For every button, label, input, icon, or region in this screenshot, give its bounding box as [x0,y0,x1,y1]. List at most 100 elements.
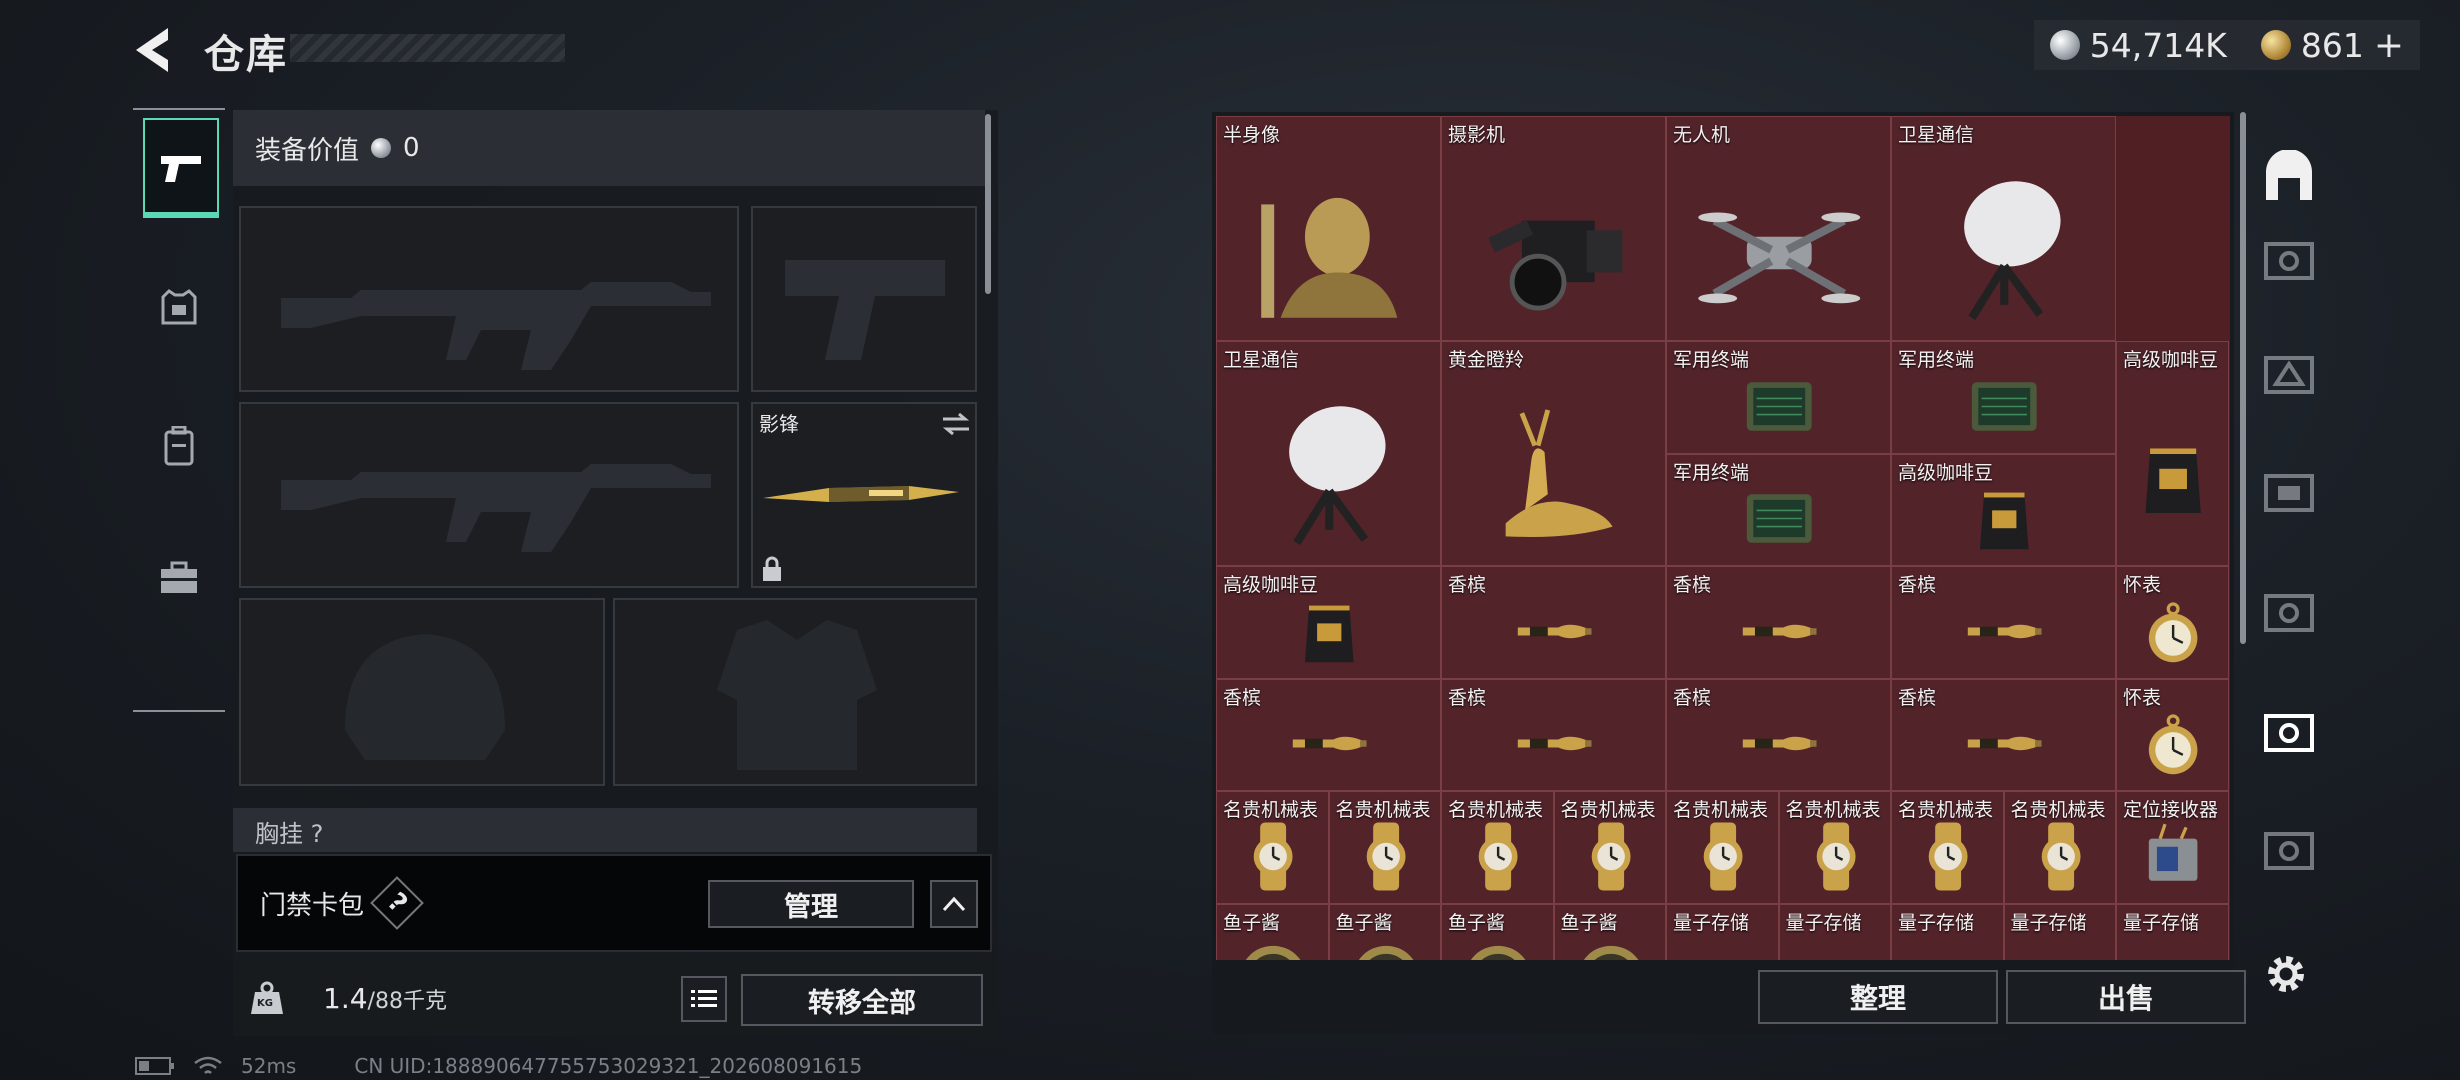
tab-case[interactable] [143,530,215,626]
storage-item-quantum-storage[interactable]: 量子存储 [2003,903,2116,960]
transfer-all-button[interactable]: 转移全部 [741,974,983,1026]
storage-item-champagne[interactable]: 香槟 [1666,678,1891,791]
melee-slot[interactable]: 影锋 [751,402,977,588]
tab-armor[interactable] [143,260,215,356]
back-button[interactable] [130,24,180,76]
storage-item-wristwatch[interactable]: 名贵机械表 [1216,791,1329,904]
storage-page-icon[interactable] [2262,234,2316,288]
storage-page-tabs [2256,112,2320,962]
storage-item-label: 名贵机械表 [2010,799,2106,821]
storage-item-satellite-dish[interactable]: 卫星通信 [1216,341,1441,566]
chest-rig-help: ? [310,820,324,848]
weight-readout: 1.4 /88千克 [323,982,447,1015]
tab-backpack[interactable] [143,398,215,494]
equipment-value: 0 [403,133,420,163]
storage-item-label: 怀表 [2123,686,2162,709]
storage-item-quantum-storage[interactable]: 量子存储 [1891,903,2004,960]
storage-item-label: 香槟 [1448,686,1487,709]
storage-item-pocket-watch[interactable]: 怀表 [2116,678,2229,791]
user-uid: CN UID:18889064775575302932​1_2026080916… [354,1054,863,1078]
storage-item-label: 量子存储 [2010,911,2087,934]
storage-item-champagne[interactable]: 香槟 [1216,678,1441,791]
list-view-button[interactable] [681,976,727,1022]
storage-item-terminal[interactable]: 军用终端 [1666,341,1891,454]
settings-gear-icon[interactable] [2264,952,2308,996]
storage-item-label: 名贵机械表 [1898,799,1994,821]
weight-kg-label: KG [257,998,273,1009]
storage-item-champagne[interactable]: 香槟 [1666,566,1891,679]
storage-item-quantum-storage[interactable]: 量子存储 [1778,903,1891,960]
storage-item-wristwatch[interactable]: 名贵机械表 [1891,791,2004,904]
weight-icon: KG [249,980,285,1016]
help-icon[interactable]: ? [370,876,424,930]
storage-item-label: 香槟 [1898,574,1937,596]
storage-item-pocket-watch[interactable]: 怀表 [2116,566,2229,679]
storage-page-icon[interactable] [2262,348,2316,402]
storage-item-gps-receiver[interactable]: 定位接收器 [2116,791,2229,904]
storage-item-quantum-storage[interactable]: 量子存储 [2116,903,2229,960]
storage-item-wristwatch[interactable]: 名贵机械表 [1553,791,1666,904]
storage-item-caviar-tin[interactable]: 鱼子酱 [1553,903,1666,960]
sell-button[interactable]: 出售 [2006,970,2246,1024]
storage-item-coffee-bag[interactable]: 高级咖啡豆 [1216,566,1441,679]
primary-weapon-slot-2[interactable] [239,402,739,588]
storage-item-caviar-tin[interactable]: 鱼子酱 [1216,903,1329,960]
tab-weapons[interactable] [143,118,219,218]
storage-item-coffee-bag[interactable]: 高级咖啡豆 [1891,453,2116,566]
storage-item-wristwatch[interactable]: 名贵机械表 [1778,791,1891,904]
storage-item-wristwatch[interactable]: 名贵机械表 [2003,791,2116,904]
storage-page-icon[interactable] [2262,466,2316,520]
storage-page-icon[interactable] [2262,706,2316,760]
rifle-silhouette-icon [281,464,711,552]
storage-page-icon[interactable] [2262,824,2316,878]
storage-scrollbar[interactable] [2240,112,2246,644]
helmet-slot[interactable] [239,598,605,786]
storage-item-terminal[interactable]: 军用终端 [1666,453,1891,566]
rifle-silhouette-icon [281,282,711,370]
swap-icon[interactable] [941,412,971,436]
storage-item-wristwatch[interactable]: 名贵机械表 [1666,791,1779,904]
storage-grid: 半身像 摄影机 无人机 卫星通信 卫星通信 黄金瞪羚 军用终端 军用终端 高级咖啡豆 军用终端 高级… [1216,116,2230,960]
storage-item-champagne[interactable]: 香槟 [1441,566,1666,679]
storage-item-drone[interactable]: 无人机 [1666,116,1891,341]
storage-item-label: 香槟 [1448,574,1487,596]
chest-rig-slot[interactable]: 胸挂 ? [233,808,977,852]
storage-item-label: 无人机 [1673,124,1731,146]
storage-item-quantum-storage[interactable]: 量子存储 [1666,903,1779,960]
storage-item-champagne[interactable]: 香槟 [1441,678,1666,791]
status-bar: 52ms CN UID:18889064775575302932​1_20260… [135,1054,862,1078]
body-armor-slot[interactable] [613,598,977,786]
storage-item-satellite-dish[interactable]: 卫星通信 [1891,116,2116,341]
warehouse-icon[interactable] [2262,150,2316,204]
pistol-silhouette-icon [785,260,945,360]
gold-topup-button[interactable]: + [2374,25,2404,66]
primary-weapon-slot-1[interactable] [239,206,739,392]
storage-item-champagne[interactable]: 香槟 [1891,678,2116,791]
storage-item-champagne[interactable]: 香槟 [1891,566,2116,679]
storage-item-camera[interactable]: 摄影机 [1441,116,1666,341]
storage-item-label: 摄影机 [1448,124,1506,146]
manage-button[interactable]: 管理 [708,880,914,928]
storage-item-caviar-tin[interactable]: 鱼子酱 [1441,903,1554,960]
equipment-scrollbar[interactable] [985,114,991,294]
gold-balance: 861 [2300,25,2364,65]
storage-item-golden-gazelle[interactable]: 黄金瞪羚 [1441,341,1666,566]
silver-balance: 54,714K [2089,25,2227,65]
storage-item-wristwatch[interactable]: 名贵机械表 [1328,791,1441,904]
silver-coin-icon [371,138,392,158]
storage-page-icon[interactable] [2262,586,2316,640]
pistol-slot[interactable] [751,206,977,392]
storage-item-label: 名贵机械表 [1223,799,1319,821]
storage-item-wristwatch[interactable]: 名贵机械表 [1441,791,1554,904]
storage-item-label: 卫星通信 [1223,349,1300,371]
storage-item-terminal[interactable]: 军用终端 [1891,341,2116,454]
storage-item-caviar-tin[interactable]: 鱼子酱 [1328,903,1441,960]
sort-button[interactable]: 整理 [1758,970,1998,1024]
pistol-icon [161,156,201,182]
equipment-value-label: 装备价值 [255,135,360,166]
storage-item-bust[interactable]: 半身像 [1216,116,1441,341]
collapse-button[interactable] [930,880,978,928]
chevron-up-icon [942,896,966,912]
storage-item-label: 香槟 [1898,686,1937,709]
storage-item-coffee-bag[interactable]: 高级咖啡豆 [2116,341,2229,566]
